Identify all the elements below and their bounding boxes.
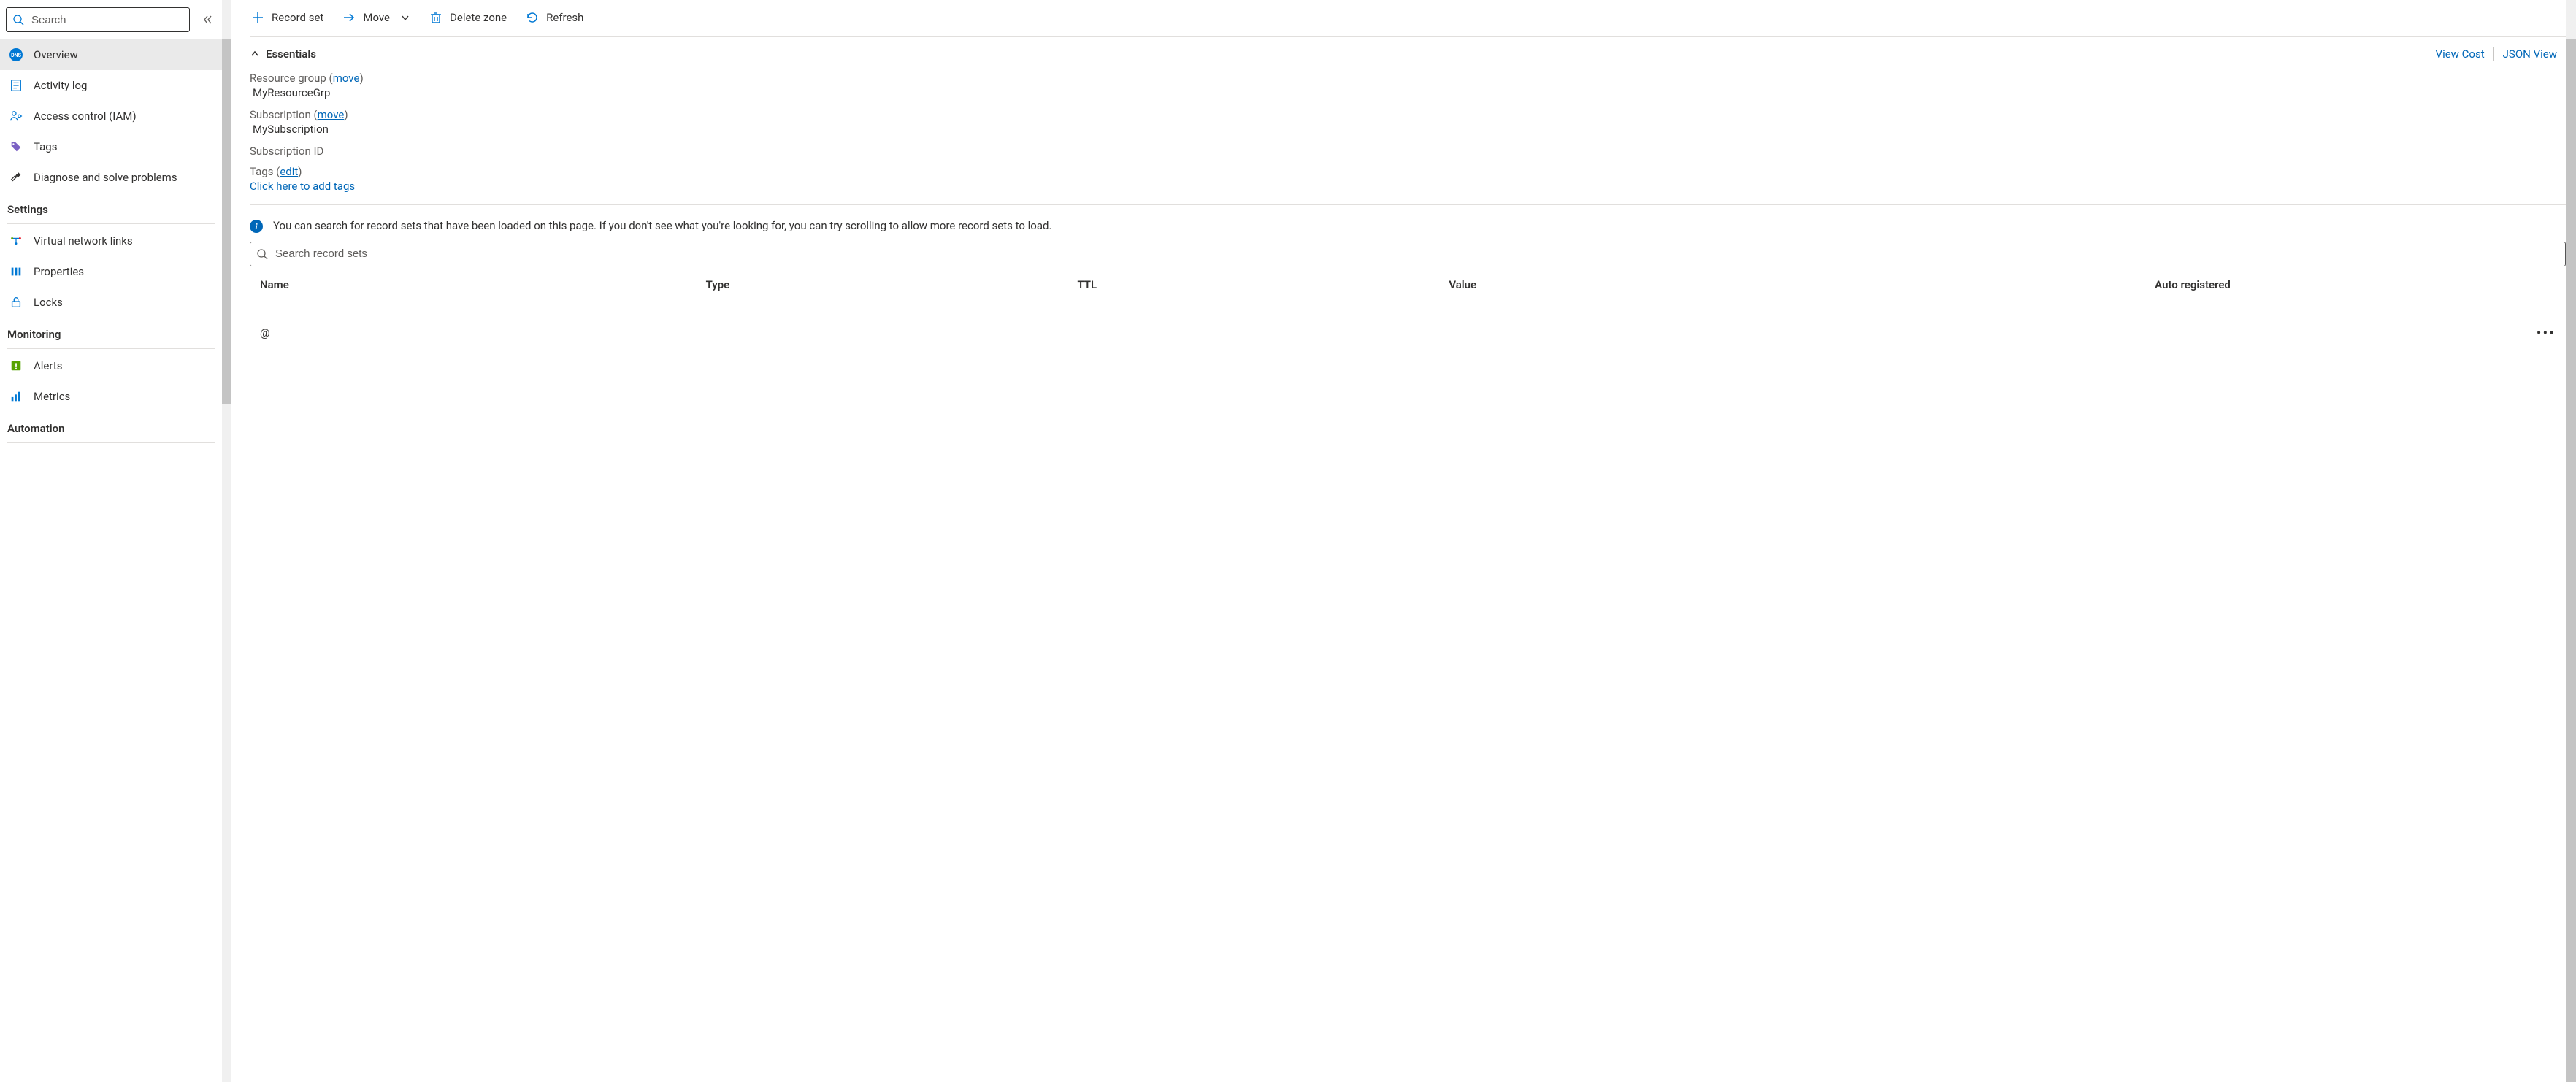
- column-header-type[interactable]: Type: [706, 278, 1078, 291]
- svg-text:DNS: DNS: [11, 53, 21, 58]
- cell-name: @: [260, 326, 706, 339]
- subscription-value: MySubscription: [250, 121, 2566, 142]
- essentials-title: Essentials: [266, 47, 316, 61]
- records-table-header: Name Type TTL Value Auto registered: [250, 271, 2566, 299]
- more-icon: •••: [2537, 324, 2556, 342]
- essentials-body: Resource group (move) MyResourceGrp Subs…: [250, 64, 2566, 215]
- toolbar-label: Move: [363, 11, 390, 24]
- chevron-down-icon: [400, 12, 410, 23]
- sidebar-item-label: Overview: [34, 48, 78, 61]
- sidebar-section-monitoring: Monitoring: [0, 318, 222, 345]
- row-context-menu-button[interactable]: •••: [2526, 324, 2556, 342]
- subscription-label: Subscription (move): [250, 105, 2566, 121]
- delete-zone-button[interactable]: Delete zone: [428, 8, 508, 27]
- tag-icon: [9, 139, 23, 154]
- metrics-icon: [9, 389, 23, 404]
- sidebar-item-vnet-links[interactable]: Virtual network links: [0, 226, 222, 256]
- subscription-id-label: Subscription ID: [250, 142, 2566, 158]
- sidebar-item-alerts[interactable]: Alerts: [0, 350, 222, 381]
- sidebar-collapse-button[interactable]: [199, 11, 216, 28]
- sidebar-section-settings: Settings: [0, 193, 222, 220]
- column-header-auto[interactable]: Auto registered: [2155, 278, 2526, 291]
- sidebar-item-label: Locks: [34, 296, 63, 309]
- vnet-links-icon: [9, 234, 23, 248]
- sidebar-item-overview[interactable]: DNS Overview: [0, 39, 222, 70]
- column-header-value[interactable]: Value: [1449, 278, 2155, 291]
- column-header-name[interactable]: Name: [260, 278, 706, 291]
- sidebar: DNS Overview Activity log Access control…: [0, 0, 222, 1082]
- sidebar-item-label: Alerts: [34, 359, 63, 372]
- dns-zone-icon: DNS: [9, 47, 23, 62]
- tags-label: Tags (edit): [250, 158, 2566, 178]
- activity-log-icon: [9, 78, 23, 93]
- column-header-ttl[interactable]: TTL: [1077, 278, 1449, 291]
- divider: [7, 442, 215, 443]
- tags-add-link[interactable]: Click here to add tags: [250, 180, 355, 193]
- sidebar-search-input[interactable]: [30, 13, 183, 27]
- sidebar-item-locks[interactable]: Locks: [0, 287, 222, 318]
- sidebar-item-label: Virtual network links: [34, 234, 133, 248]
- iam-icon: [9, 109, 23, 123]
- sidebar-item-diagnose[interactable]: Diagnose and solve problems: [0, 162, 222, 193]
- arrow-right-icon: [342, 11, 356, 24]
- sidebar-search[interactable]: [6, 7, 190, 32]
- scrollbar-thumb[interactable]: [2566, 39, 2576, 1082]
- refresh-button[interactable]: Refresh: [524, 8, 585, 27]
- sidebar-item-tags[interactable]: Tags: [0, 131, 222, 162]
- table-row[interactable]: @ •••: [250, 299, 2566, 367]
- record-search[interactable]: [250, 242, 2566, 266]
- tags-edit-link[interactable]: edit: [280, 165, 298, 178]
- subscription-move-link[interactable]: move: [318, 108, 345, 121]
- refresh-icon: [526, 11, 539, 24]
- toolbar-label: Refresh: [546, 11, 583, 24]
- divider: [250, 204, 2566, 205]
- record-set-button[interactable]: Record set: [250, 8, 325, 27]
- sidebar-item-label: Activity log: [34, 79, 87, 92]
- sidebar-item-metrics[interactable]: Metrics: [0, 381, 222, 412]
- alerts-icon: [9, 358, 23, 373]
- divider: [7, 223, 215, 224]
- info-banner: i You can search for record sets that ha…: [250, 215, 2566, 242]
- scrollbar-thumb[interactable]: [222, 39, 231, 404]
- sidebar-section-automation: Automation: [0, 412, 222, 440]
- resource-group-move-link[interactable]: move: [333, 72, 360, 85]
- plus-icon: [251, 11, 264, 24]
- chevron-up-icon: [250, 49, 260, 59]
- search-icon: [12, 14, 24, 26]
- toolbar-label: Record set: [272, 11, 323, 24]
- divider: [7, 348, 215, 349]
- sidebar-item-label: Tags: [34, 140, 57, 153]
- main-scrollbar[interactable]: [2566, 0, 2576, 1082]
- resource-group-value: MyResourceGrp: [250, 85, 2566, 105]
- search-icon: [256, 248, 268, 260]
- resource-group-label: Resource group (move): [250, 69, 2566, 85]
- sidebar-item-access-control[interactable]: Access control (IAM): [0, 101, 222, 131]
- toolbar-label: Delete zone: [450, 11, 507, 24]
- lock-icon: [9, 295, 23, 310]
- json-view-link[interactable]: JSON View: [2494, 47, 2566, 61]
- sidebar-item-label: Access control (IAM): [34, 110, 137, 123]
- trash-icon: [429, 11, 442, 24]
- sidebar-item-label: Metrics: [34, 390, 70, 403]
- info-icon: i: [250, 220, 263, 233]
- sidebar-scrollbar[interactable]: [222, 0, 231, 1082]
- sidebar-item-label: Diagnose and solve problems: [34, 171, 177, 184]
- sidebar-item-activity-log[interactable]: Activity log: [0, 70, 222, 101]
- info-text: You can search for record sets that have…: [273, 218, 1051, 234]
- essentials-toggle[interactable]: Essentials: [250, 47, 316, 61]
- view-cost-link[interactable]: View Cost: [2427, 47, 2493, 61]
- wrench-icon: [9, 170, 23, 185]
- sidebar-item-properties[interactable]: Properties: [0, 256, 222, 287]
- sidebar-item-label: Properties: [34, 265, 84, 278]
- move-button[interactable]: Move: [341, 8, 412, 27]
- toolbar: Record set Move: [250, 0, 2566, 37]
- record-search-input[interactable]: [274, 247, 2559, 261]
- main-content: Record set Move: [231, 0, 2566, 1082]
- properties-icon: [9, 264, 23, 279]
